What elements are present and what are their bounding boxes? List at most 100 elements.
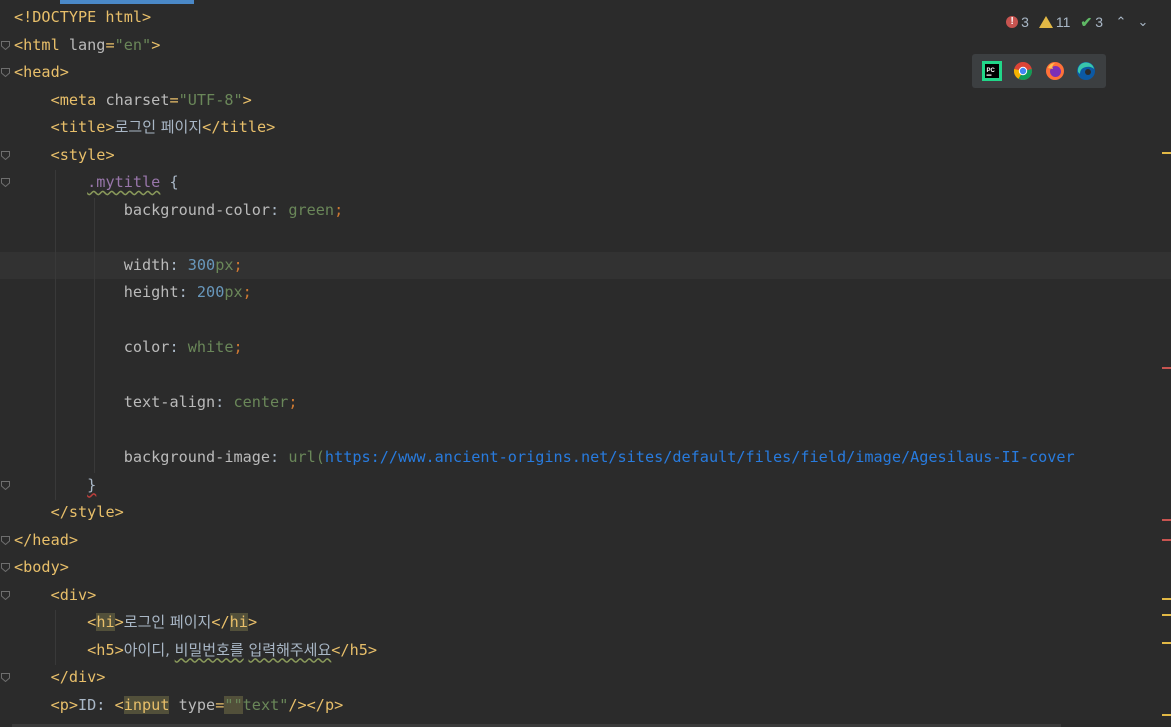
code-token: lang [68,35,106,54]
error-stripe[interactable] [1157,0,1171,727]
code-line[interactable] [0,307,1171,335]
code-text: width: 300px; [14,252,243,280]
code-token: = [215,695,225,714]
code-line[interactable]: .mytitle { [0,169,1171,197]
code-token: 로그인 페이지 [114,118,203,136]
fold-marker-icon[interactable] [1,178,10,187]
warnings-indicator[interactable]: 11 [1038,14,1071,30]
code-line[interactable]: <!DOCTYPE html> [0,4,1171,32]
code-token: = [169,90,179,109]
code-text: <p>ID: <input type=""text"/></p> [14,692,343,720]
code-token: input [123,695,170,714]
chevron-down-icon[interactable]: ⌄ [1135,14,1151,30]
code-token: text-align [123,393,216,411]
fold-marker-icon[interactable] [1,150,10,160]
code-editor[interactable]: <!DOCTYPE html> <html lang="en"> <head> <m… [0,4,1171,719]
code-token: <style> [50,145,115,164]
fold-marker-icon[interactable] [1,563,10,572]
code-line[interactable]: <style> [0,142,1171,170]
code-token: ; [233,255,243,274]
code-token: 300 [187,255,216,274]
code-line[interactable]: background-color: green; [0,197,1171,225]
code-line[interactable]: text-align: center; [0,389,1171,417]
code-text: color: white; [14,334,243,362]
code-token: <!DOCTYPE html> [14,8,152,26]
code-line[interactable]: <hi>로그인 페이지</hi> [0,609,1171,637]
code-token: <html [14,35,69,54]
code-line[interactable]: <title>로그인 페이지</title> [0,114,1171,142]
code-line[interactable]: <div> [0,582,1171,610]
code-line[interactable]: </head> [0,527,1171,555]
code-token: : [169,255,188,274]
inspection-widget[interactable]: ! 3 11 ✔ 3 ⌃ ⌄ [1006,12,1151,32]
code-token: 입력해주세요 [248,640,332,659]
firefox-icon[interactable] [1044,60,1066,82]
edge-icon[interactable] [1075,60,1097,82]
chevron-up-icon[interactable]: ⌃ [1113,14,1129,30]
warning-marker[interactable] [1162,714,1171,716]
ok-indicator[interactable]: ✔ 3 [1080,14,1103,31]
fold-marker-icon[interactable] [1,40,10,50]
error-marker[interactable] [1162,519,1171,521]
code-token: https://www.ancient-origins.net/sites/de… [324,448,1075,466]
code-line[interactable]: </div> [0,664,1171,692]
code-line[interactable] [0,417,1171,445]
pycharm-icon[interactable]: PC [981,60,1003,82]
code-token: /></p> [288,695,344,714]
warning-marker[interactable] [1162,598,1171,600]
code-line[interactable] [0,224,1171,252]
errors-indicator[interactable]: ! 3 [1006,14,1029,30]
code-line[interactable]: color: white; [0,334,1171,362]
code-line[interactable]: </style> [0,499,1171,527]
code-token: </head> [14,530,79,549]
browser-popup: PC [972,54,1106,88]
warning-marker[interactable] [1162,614,1171,616]
code-text: background-color: green; [14,197,343,225]
code-token: type [178,695,216,714]
code-token: text" [242,695,289,714]
code-token: color [123,338,170,356]
fold-marker-icon[interactable] [1,590,10,600]
code-token: : [178,283,197,301]
chrome-icon[interactable] [1012,60,1034,82]
code-text: <hi>로그인 페이지</hi> [14,609,257,637]
code-text: <div> [14,582,97,610]
code-token: <div> [50,585,97,604]
code-text: <style> [14,142,115,170]
error-marker[interactable] [1162,539,1171,541]
code-line[interactable] [0,362,1171,390]
error-icon: ! [1006,16,1019,28]
fold-marker-icon[interactable] [1,673,10,682]
code-token: white [187,338,234,356]
code-line[interactable]: background-image: url(https://www.ancien… [0,444,1171,472]
code-token: width [123,255,170,274]
code-token: </div> [50,668,106,686]
code-text: <!DOCTYPE html> [14,4,151,32]
warning-marker[interactable] [1162,642,1171,644]
errors-count: 3 [1021,14,1029,30]
warning-icon [1038,16,1053,28]
warning-marker[interactable] [1162,152,1171,154]
code-line[interactable]: width: 300px; [0,251,1171,280]
indent-guide [94,198,95,473]
code-token: 비밀번호를 [174,640,244,659]
fold-marker-icon[interactable] [1,480,10,490]
code-line[interactable]: height: 200px; [0,279,1171,307]
code-token: "UTF-8" [178,90,243,109]
warnings-count: 11 [1055,14,1071,30]
fold-marker-icon[interactable] [1,535,10,545]
code-line[interactable]: <meta charset="UTF-8"> [0,87,1171,115]
code-line[interactable]: } [0,472,1171,500]
code-line[interactable]: <h5>아이디, 비밀번호를 입력해주세요</h5> [0,637,1171,665]
fold-marker-icon[interactable] [1,68,10,77]
code-line[interactable]: <body> [0,554,1171,582]
code-line[interactable]: <p>ID: <input type=""text"/></p> [0,692,1171,720]
error-marker[interactable] [1162,367,1171,369]
code-token: hi [229,613,248,631]
code-text: </div> [14,664,106,692]
